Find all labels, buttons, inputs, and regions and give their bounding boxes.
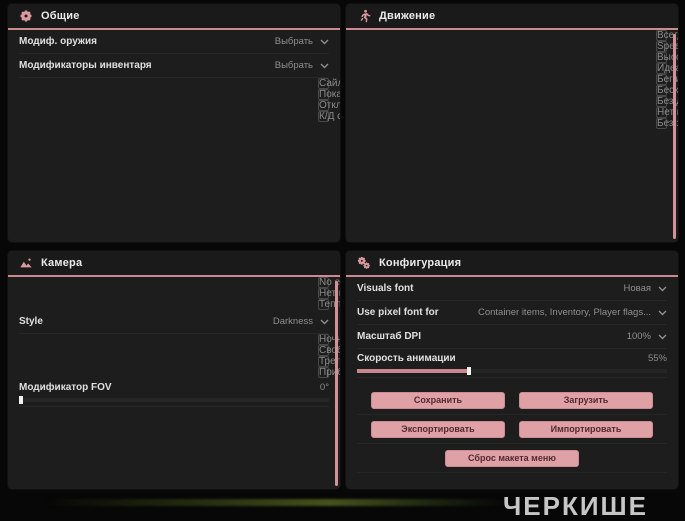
setting-row[interactable]: Свободная камера	[318, 345, 340, 356]
dropdown-value: 100%	[626, 331, 651, 342]
chevron-down-icon	[320, 39, 329, 44]
setting-row: Use pixel font for Container items, Inven…	[357, 301, 667, 325]
dropdown-value: Новая	[623, 283, 651, 294]
dropdown[interactable]: Выбрать	[275, 36, 329, 47]
setting-label: Модификатор FOV	[19, 382, 112, 393]
button-row: Сброс макета меню	[357, 444, 667, 473]
panel-header[interactable]: Камера	[8, 251, 340, 277]
setting-row[interactable]: Ночное видение	[318, 334, 340, 345]
setting-label: К/Д сбрасыватель	[319, 111, 340, 122]
setting-row[interactable]: Бег и стрельба	[656, 74, 678, 85]
setting-row[interactable]: Показать радар	[318, 89, 340, 100]
setting-row[interactable]: К/Д сбрасыватель	[318, 111, 340, 122]
setting-row: Масштаб DPI 100%	[357, 325, 667, 349]
settings-list: Всегда бегатьSpeed hack x2.3Высокий прыж…	[346, 30, 678, 129]
panel-general: Общие Модиф. оружия Выбрать Модификаторы и…	[8, 4, 340, 242]
setting-row[interactable]: Приближение	[318, 367, 340, 378]
setting-label: Масштаб DPI	[357, 331, 421, 342]
setting-row[interactable]: Отключить таймер Anti-AFK	[318, 100, 340, 111]
slider-value: 55%	[647, 353, 667, 364]
panel-movement: Движение Всегда бегатьSpeed hack x2.3Выс…	[346, 4, 678, 242]
dropdown[interactable]: Darkness	[273, 316, 329, 327]
setting-row: Модиф. оружия Выбрать	[19, 30, 329, 54]
setting-row: Visuals font Новая	[357, 277, 667, 301]
reset-layout-button[interactable]: Сброс макета меню	[445, 449, 579, 467]
setting-label: Use pixel font for	[357, 307, 439, 318]
slider-fill	[357, 369, 469, 373]
settings-list: Visuals font Новая Use pixel font for Conta…	[346, 277, 678, 378]
dropdown-value: Выбрать	[274, 36, 313, 47]
setting-row[interactable]: Нет инерции	[656, 107, 678, 118]
setting-label: Скорость анимации	[357, 353, 456, 364]
setting-label: Модиф. оружия	[19, 36, 97, 47]
panel-title: Камера	[41, 257, 83, 269]
button-row: Экспортировать Импортировать	[357, 415, 667, 444]
dropdown-value: Darkness	[272, 316, 313, 327]
setting-row[interactable]: Сайлент лут	[318, 78, 340, 89]
chevron-down-icon	[658, 286, 667, 291]
import-button[interactable]: Импортировать	[519, 420, 653, 438]
setting-row[interactable]: Бесконечная стамина и нет усталости	[656, 85, 678, 96]
slider-handle[interactable]	[466, 367, 471, 375]
slider-track[interactable]	[19, 396, 329, 404]
panel-title: Конфигурация	[379, 257, 462, 269]
load-button[interactable]: Загрузить	[519, 391, 653, 409]
setting-row: Скорость анимации 55%	[357, 349, 667, 378]
game-background-grass	[45, 499, 505, 506]
setting-label: Сайлент лут	[319, 78, 340, 89]
panel-title: Общие	[41, 10, 80, 22]
setting-row[interactable]: Высокий прыжок	[656, 52, 678, 63]
panel-header[interactable]: Движение	[346, 4, 678, 30]
panel-title: Движение	[379, 10, 436, 22]
gears-icon	[357, 256, 370, 269]
setting-row[interactable]: Третье лицо	[318, 356, 340, 367]
setting-row[interactable]: Без замедления	[656, 118, 678, 129]
setting-label: Модификаторы инвентаря	[19, 60, 152, 71]
dropdown[interactable]: Новая	[623, 283, 667, 294]
setting-row: Модификаторы инвентаря Выбрать	[19, 54, 329, 78]
setting-row[interactable]: Speed hack x2.3	[656, 41, 678, 52]
background-game-text: ЧЕРКИШЕ	[503, 491, 648, 521]
export-button[interactable]: Экспортировать	[371, 420, 505, 438]
setting-row[interactable]: Нет шлема	[318, 288, 340, 299]
scrollbar[interactable]	[673, 34, 676, 239]
setting-label: Visuals font	[357, 283, 414, 294]
panel-config: Конфигурация Visuals font Новая Use pixel …	[346, 251, 678, 489]
slider-track[interactable]	[357, 367, 667, 375]
scrollbar[interactable]	[335, 281, 338, 486]
setting-row[interactable]: Тепловое зрение	[318, 299, 340, 310]
dropdown[interactable]: 100%	[627, 331, 667, 342]
config-buttons: Сохранить Загрузить Экспортировать Импортир…	[346, 386, 678, 473]
chevron-down-icon	[320, 319, 329, 324]
dropdown[interactable]: Выбрать	[275, 60, 329, 71]
image-icon	[20, 258, 32, 268]
setting-row: Модификатор FOV 0°	[19, 378, 329, 407]
slider-value: 0°	[319, 382, 329, 393]
dropdown-value: Container items, Inventory, Player flags…	[477, 307, 651, 318]
dropdown-value: Выбрать	[274, 60, 313, 71]
settings-list: No effectsНет шлемаТепловое зрение Style D…	[8, 277, 340, 407]
dropdown[interactable]: Container items, Inventory, Player flags…	[478, 307, 667, 318]
panel-header[interactable]: Общие	[8, 4, 340, 30]
setting-label: Показать радар	[319, 89, 340, 100]
setting-row[interactable]: No effects	[318, 277, 340, 288]
save-button[interactable]: Сохранить	[371, 391, 505, 409]
button-row: Сохранить Загрузить	[357, 386, 667, 415]
setting-label: Style	[19, 316, 43, 327]
setting-row[interactable]: Без дебаффа перегруз	[656, 96, 678, 107]
runner-icon	[360, 9, 371, 23]
gear-icon	[20, 10, 32, 22]
chevron-down-icon	[658, 334, 667, 339]
setting-label: Отключить таймер Anti-AFK	[319, 100, 340, 111]
chevron-down-icon	[320, 63, 329, 68]
panel-camera: Камера No effectsНет шлемаТепловое зрени…	[8, 251, 340, 489]
settings-list: Модиф. оружия Выбрать Модификаторы инвента…	[8, 30, 340, 122]
setting-row[interactable]: Идеальное физическое состояние	[656, 63, 678, 74]
chevron-down-icon	[658, 310, 667, 315]
setting-row[interactable]: Всегда бегать	[656, 30, 678, 41]
setting-row: Style Darkness	[19, 310, 329, 334]
panel-header[interactable]: Конфигурация	[346, 251, 678, 277]
slider-handle[interactable]	[19, 396, 23, 404]
